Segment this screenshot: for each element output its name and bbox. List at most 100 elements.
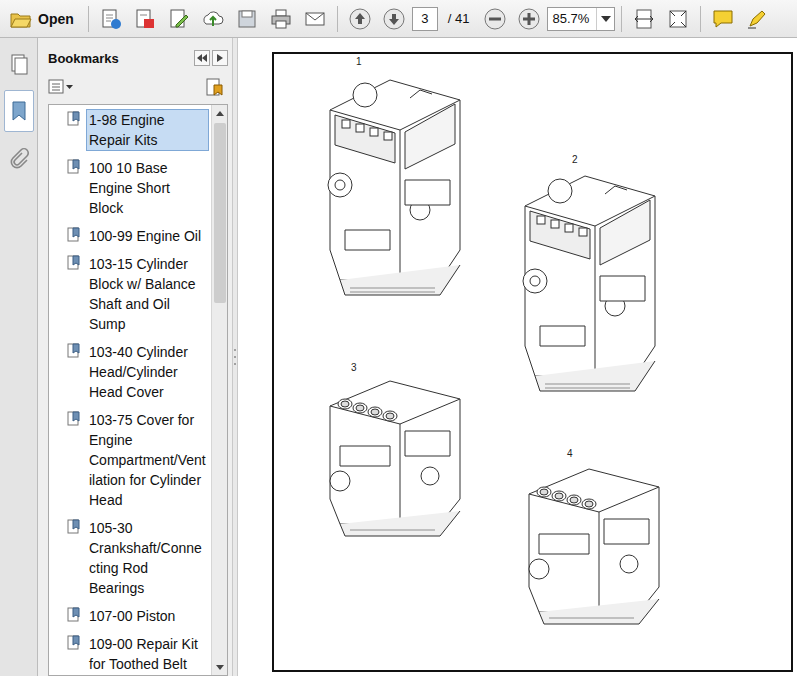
bookmark-icon-wrap — [67, 517, 81, 539]
bookmark-label[interactable]: 103-40 Cylinder Head/Cylinder Head Cover — [86, 341, 209, 403]
next-page-button[interactable] — [378, 4, 410, 34]
bookmark-label[interactable]: 103-15 Cylinder Block w/ Balance Shaft a… — [86, 253, 209, 335]
down-triangle-icon — [216, 665, 224, 670]
bookmark-icon-wrap — [67, 605, 81, 627]
scrollbar[interactable] — [211, 105, 227, 675]
attachments-panel-button[interactable] — [4, 142, 34, 174]
bookmark-icon-wrap — [67, 253, 81, 275]
folder-icon — [10, 10, 32, 28]
upload-icon — [201, 7, 225, 31]
document-view: 1 2 3 4 — [238, 38, 797, 676]
bookmark-item[interactable]: 107-00 Piston — [67, 605, 211, 627]
attachments-icon — [7, 146, 31, 170]
up-arrow-icon — [348, 7, 372, 31]
right-arrow-icon — [217, 54, 223, 62]
figure-label: 2 — [572, 154, 578, 165]
bookmark-icon-wrap — [67, 409, 81, 431]
fit-width-button[interactable] — [628, 4, 660, 34]
scroll-down-button[interactable] — [216, 659, 224, 675]
create-pdf-icon — [99, 7, 123, 31]
bookmark-item[interactable]: 103-15 Cylinder Block w/ Balance Shaft a… — [67, 253, 211, 335]
separator — [621, 6, 622, 32]
highlight-button[interactable] — [741, 4, 773, 34]
fit-width-icon — [632, 7, 656, 31]
scroll-up-button[interactable] — [216, 105, 224, 121]
bookmark-icon-wrap — [67, 633, 81, 655]
toolbar-button[interactable] — [265, 4, 297, 34]
toolbar-button[interactable] — [163, 4, 195, 34]
bookmark-label[interactable]: 100-99 Engine Oil — [86, 225, 209, 247]
bookmark-icon-wrap — [67, 157, 81, 179]
navigation-pane-buttons — [0, 38, 38, 676]
bookmark-icon-wrap — [67, 341, 81, 363]
bookmark-label[interactable]: 103-75 Cover for Engine Compartment/Vent… — [86, 409, 209, 511]
new-bookmark-button[interactable] — [204, 77, 224, 101]
bookmark-icon — [67, 519, 81, 535]
export-pdf-icon — [133, 7, 157, 31]
scroll-thumb[interactable] — [214, 123, 226, 303]
bookmark-item[interactable]: 103-40 Cylinder Head/Cylinder Head Cover — [67, 341, 211, 403]
highlighter-icon — [745, 7, 769, 31]
bookmark-label[interactable]: 105-30 Crankshaft/Connecting Rod Bearing… — [86, 517, 209, 599]
bookmark-label[interactable]: 100 10 Base Engine Short Block — [86, 157, 209, 219]
bookmark-icon — [67, 635, 81, 651]
bookmark-icon-wrap — [67, 225, 81, 247]
separator — [337, 6, 338, 32]
pages-panel-button[interactable] — [4, 48, 34, 80]
dropdown-arrow-icon — [601, 16, 611, 22]
bookmark-items: 1-98 Engine Repair Kits 100 10 Base Engin… — [49, 105, 211, 675]
separator — [700, 6, 701, 32]
bookmarks-icon — [7, 99, 31, 123]
toolbar-button[interactable] — [299, 4, 331, 34]
plus-icon — [517, 7, 541, 31]
bookmark-icon-wrap — [67, 109, 81, 131]
edit-icon — [167, 7, 191, 31]
page-number-field[interactable]: 3 — [412, 7, 438, 31]
full-screen-button[interactable] — [662, 4, 694, 34]
header-buttons — [194, 50, 228, 66]
print-icon — [269, 7, 293, 31]
toolbar-button[interactable] — [231, 4, 263, 34]
bookmark-icon — [67, 411, 81, 427]
grip-icon — [234, 347, 236, 367]
bookmarks-toolbar — [48, 74, 228, 104]
open-button[interactable]: Open — [4, 4, 82, 34]
figure-label: 3 — [351, 362, 357, 373]
up-triangle-icon — [216, 111, 224, 116]
engine-drawing — [504, 464, 674, 634]
previous-page-button[interactable] — [344, 4, 376, 34]
bookmark-label[interactable]: 109-00 Repair Kit for Toothed Belt — [86, 633, 209, 675]
toolbar-button[interactable] — [95, 4, 127, 34]
options-button[interactable] — [48, 79, 74, 99]
bookmark-item[interactable]: 100-99 Engine Oil — [67, 225, 211, 247]
bookmarks-panel-button[interactable] — [4, 90, 34, 132]
comment-icon — [711, 7, 735, 31]
collapse-button[interactable] — [194, 50, 210, 66]
bookmark-item[interactable]: 100 10 Base Engine Short Block — [67, 157, 211, 219]
bookmarks-list: 1-98 Engine Repair Kits 100 10 Base Engin… — [48, 104, 228, 676]
bookmark-item[interactable]: 1-98 Engine Repair Kits — [67, 109, 211, 151]
zoom-field[interactable]: 85.7% — [547, 7, 615, 31]
close-pane-button[interactable] — [212, 50, 228, 66]
toolbar-button[interactable] — [197, 4, 229, 34]
bookmarks-title: Bookmarks — [48, 51, 119, 66]
main-area: Bookmarks 1-98 Engine Repair Kits 100 10 B… — [0, 38, 797, 676]
zoom-out-button[interactable] — [479, 4, 511, 34]
email-icon — [303, 7, 327, 31]
zoom-in-button[interactable] — [513, 4, 545, 34]
bookmark-item[interactable]: 105-30 Crankshaft/Connecting Rod Bearing… — [67, 517, 211, 599]
toolbar-button[interactable] — [129, 4, 161, 34]
bookmark-label[interactable]: 1-98 Engine Repair Kits — [86, 109, 209, 151]
bookmark-item[interactable]: 109-00 Repair Kit for Toothed Belt — [67, 633, 211, 675]
bookmark-icon — [67, 343, 81, 359]
figure-label: 1 — [356, 56, 362, 67]
zoom-dropdown[interactable] — [596, 8, 614, 30]
figure-label: 4 — [567, 448, 573, 459]
bookmark-item[interactable]: 103-75 Cover for Engine Compartment/Vent… — [67, 409, 211, 511]
bookmarks-header: Bookmarks — [48, 38, 228, 74]
bookmark-label[interactable]: 107-00 Piston — [86, 605, 209, 627]
engine-drawing — [310, 376, 470, 546]
toolbar: Open3/ 4185.7% — [0, 0, 797, 38]
zoom-value: 85.7% — [552, 11, 589, 26]
comment-button[interactable] — [707, 4, 739, 34]
